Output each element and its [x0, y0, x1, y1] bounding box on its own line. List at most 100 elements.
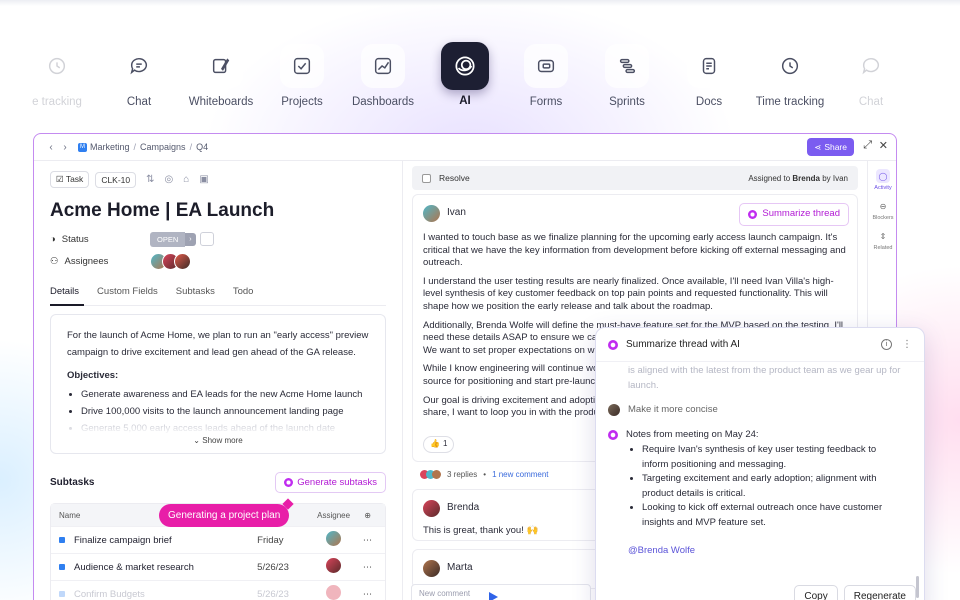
- status-row: ◑ Status OPEN ›: [50, 228, 386, 250]
- tag-icon[interactable]: ⌂: [183, 174, 189, 185]
- author-name[interactable]: Ivan: [447, 207, 466, 220]
- rail-item-related[interactable]: ⇕ Related: [868, 229, 896, 252]
- nav-item-chat-partial[interactable]: Chat: [821, 44, 921, 108]
- breadcrumb-item[interactable]: Campaigns: [140, 142, 186, 152]
- reaction-count: 1: [442, 439, 448, 449]
- regenerate-button[interactable]: Regenerate: [843, 585, 916, 600]
- avatar[interactable]: [326, 585, 342, 600]
- replies-link[interactable]: 3 replies: [447, 470, 477, 479]
- relationship-icon[interactable]: ⇅: [146, 174, 154, 185]
- note-item: Require Ivan's synthesis of key user tes…: [642, 443, 904, 472]
- forward-arrow-icon[interactable]: ›: [58, 142, 72, 153]
- task-meta-row: ☑ Task CLK-10 ⇅ ◎ ⌂ ▣: [50, 171, 386, 188]
- subtask-name: Confirm Budgets: [74, 588, 145, 600]
- complete-checkbox[interactable]: [199, 232, 214, 246]
- generate-subtasks-button[interactable]: Generate subtasks: [275, 472, 386, 493]
- status-square-icon: [59, 537, 65, 543]
- show-more-button[interactable]: ⌄ Show more: [51, 424, 385, 449]
- clock-icon: [35, 44, 79, 88]
- summarize-thread-button[interactable]: Summarize thread: [739, 203, 849, 226]
- mention-link[interactable]: @Brenda Wolfe: [608, 544, 904, 559]
- assigned-by[interactable]: Ivan: [833, 174, 848, 183]
- assigned-by-prefix: by: [822, 173, 831, 183]
- more-icon[interactable]: ⋯: [358, 562, 377, 573]
- copy-button[interactable]: Copy: [794, 585, 838, 600]
- table-row[interactable]: Audience & market research 5/26/23 ⋯: [51, 553, 385, 580]
- breadcrumb-separator: /: [189, 142, 193, 152]
- task-description[interactable]: For the launch of Acme Home, we plan to …: [50, 314, 386, 454]
- breadcrumb-item[interactable]: Q4: [196, 142, 208, 152]
- expand-icon[interactable]: ⤢: [863, 139, 872, 152]
- subtask-date: Friday: [257, 534, 284, 546]
- chat-icon: [849, 44, 893, 88]
- resolve-bar: Resolve Assigned to Brenda by Ivan: [412, 166, 858, 190]
- blocker-icon: ⊖: [879, 201, 887, 211]
- share-icon: ⋖: [814, 141, 822, 152]
- globe-icon[interactable]: ◎: [165, 174, 174, 185]
- add-column-icon[interactable]: ⊕: [358, 511, 377, 520]
- new-comment-link[interactable]: 1 new comment: [492, 470, 548, 479]
- info-icon[interactable]: i: [881, 339, 892, 350]
- image-icon[interactable]: ▣: [199, 174, 208, 185]
- column-assignee[interactable]: Assignee: [309, 511, 358, 520]
- new-comment-input[interactable]: New comment: [411, 584, 591, 600]
- back-arrow-icon[interactable]: ‹: [44, 142, 58, 153]
- resolve-label[interactable]: Resolve: [439, 173, 470, 183]
- assignee-avatars[interactable]: [150, 252, 191, 270]
- task-type-pill[interactable]: ☑ Task: [50, 171, 90, 188]
- tab-custom-fields[interactable]: Custom Fields: [97, 286, 158, 297]
- assigned-to[interactable]: Brenda: [792, 174, 820, 183]
- more-icon[interactable]: ⋯: [358, 535, 377, 546]
- tab-todo[interactable]: Todo: [233, 286, 254, 297]
- ai-sparkle-icon: [608, 339, 618, 350]
- ai-actions: Copy Regenerate: [794, 585, 916, 600]
- close-icon[interactable]: ✕: [879, 139, 888, 152]
- rail-item-blockers[interactable]: ⊖ Blockers: [868, 199, 896, 222]
- tab-details[interactable]: Details: [50, 286, 79, 297]
- task-title[interactable]: Acme Home | EA Launch: [50, 200, 386, 222]
- status-square-icon: [59, 591, 65, 597]
- avatar[interactable]: [326, 558, 342, 573]
- share-button[interactable]: ⋖ Share: [807, 138, 854, 156]
- avatar: [432, 470, 441, 479]
- subtask-name: Finalize campaign brief: [74, 534, 172, 546]
- subtasks-heading: Subtasks: [50, 477, 95, 488]
- rail-label: Activity: [874, 185, 892, 191]
- whiteboard-icon: [199, 44, 243, 88]
- feature-nav: e tracking Chat Whiteboards Projects Das…: [0, 42, 960, 116]
- more-vertical-icon[interactable]: ⋮: [902, 339, 912, 350]
- task-id-pill[interactable]: CLK-10: [95, 171, 137, 188]
- scrollbar-thumb[interactable]: [916, 576, 919, 598]
- status-next-icon[interactable]: ›: [185, 232, 196, 246]
- reaction-chip[interactable]: 👍 1: [423, 436, 455, 453]
- chat-icon: [117, 44, 161, 88]
- rail-item-activity[interactable]: ◯ Activity: [868, 169, 896, 191]
- ai-sparkle-icon: [608, 429, 618, 440]
- user-prompt: Make it more concise: [608, 403, 904, 418]
- table-row[interactable]: Finalize campaign brief Friday ⋯: [51, 526, 385, 553]
- form-icon: [524, 44, 568, 88]
- share-label: Share: [824, 142, 847, 152]
- resolve-checkbox[interactable]: [422, 173, 431, 183]
- ai-icon: [441, 42, 489, 90]
- chart-icon: [361, 44, 405, 88]
- assignees-row: ⚇ Assignees: [50, 250, 386, 272]
- status-pill[interactable]: OPEN: [150, 231, 186, 247]
- objectives-heading: Objectives:: [67, 370, 119, 381]
- send-icon[interactable]: [489, 592, 498, 600]
- avatar[interactable]: [326, 531, 342, 546]
- tab-subtasks[interactable]: Subtasks: [176, 286, 215, 297]
- top-strip: [0, 0, 960, 6]
- more-icon[interactable]: ⋯: [358, 589, 377, 600]
- avatar[interactable]: [423, 205, 440, 222]
- author-name[interactable]: Marta: [447, 562, 473, 575]
- subtask-date: 5/26/23: [257, 561, 289, 573]
- sprint-icon: [605, 44, 649, 88]
- avatar[interactable]: [423, 500, 440, 517]
- ai-sparkle-icon: [284, 478, 294, 487]
- table-row[interactable]: Confirm Budgets 5/26/23 ⋯: [51, 580, 385, 600]
- author-name[interactable]: Brenda: [447, 502, 479, 515]
- avatar[interactable]: [423, 560, 440, 577]
- objective-item: Drive 100,000 visits to the launch annou…: [81, 403, 369, 420]
- breadcrumb-item[interactable]: Marketing: [90, 142, 130, 152]
